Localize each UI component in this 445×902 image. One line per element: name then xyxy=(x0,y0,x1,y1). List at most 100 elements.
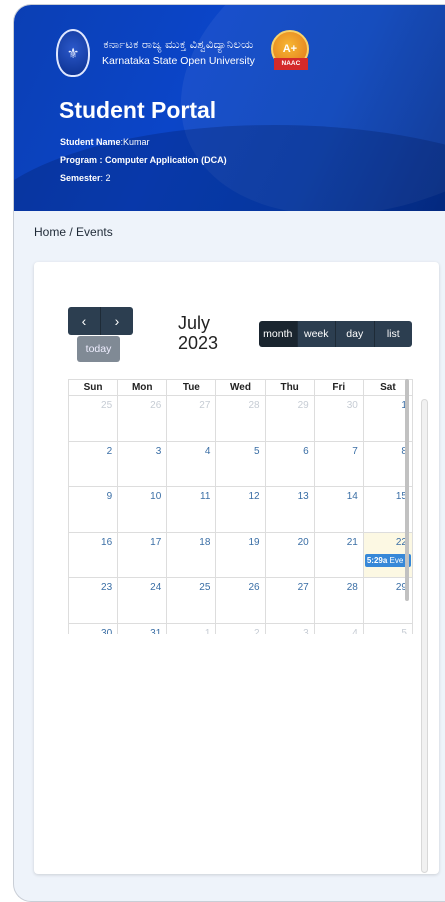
day-cell[interactable]: 27 xyxy=(166,396,215,441)
day-number[interactable]: 25 xyxy=(101,400,112,411)
semester-label: Semester xyxy=(60,173,101,183)
day-number[interactable]: 16 xyxy=(101,537,112,548)
day-number[interactable]: 2 xyxy=(254,628,260,635)
day-cell[interactable]: 29 xyxy=(264,396,314,441)
view-list-button[interactable]: list xyxy=(373,321,412,347)
day-number[interactable]: 26 xyxy=(150,400,161,411)
day-cell[interactable]: 5 xyxy=(215,441,264,486)
day-number[interactable]: 21 xyxy=(347,537,358,548)
weekday-mon: Mon xyxy=(117,380,166,395)
student-name-label: Student Name xyxy=(60,137,121,147)
day-cell[interactable]: 20 xyxy=(264,532,314,577)
day-cell[interactable]: 10 xyxy=(117,487,166,532)
day-number[interactable]: 28 xyxy=(248,400,259,411)
day-cell[interactable]: 28 xyxy=(313,578,363,623)
day-number[interactable]: 1 xyxy=(205,628,211,635)
day-number[interactable]: 5 xyxy=(254,446,260,457)
day-cell[interactable]: 7 xyxy=(313,441,363,486)
prev-month-button[interactable]: ‹ xyxy=(68,307,100,335)
day-number[interactable]: 6 xyxy=(303,446,309,457)
day-cell[interactable]: 27 xyxy=(264,578,314,623)
day-cell[interactable]: 4 xyxy=(166,441,215,486)
day-number[interactable]: 28 xyxy=(347,582,358,593)
day-number[interactable]: 9 xyxy=(107,491,113,502)
page-frame: ⚜ ಕರ್ನಾಟಕ ರಾಜ್ಯ ಮುಕ್ತ ವಿಶ್ವವಿದ್ಯಾನಿಲಯ Ka… xyxy=(13,4,445,902)
day-number[interactable]: 7 xyxy=(352,446,358,457)
day-number[interactable]: 20 xyxy=(298,537,309,548)
week-row: 30 31 1 2 3 4 5 xyxy=(69,622,412,635)
day-cell[interactable]: 25 xyxy=(166,578,215,623)
day-cell[interactable]: 24 xyxy=(117,578,166,623)
breadcrumb-separator: / xyxy=(66,225,77,239)
day-cell[interactable]: 26 xyxy=(215,578,264,623)
day-cell[interactable]: 13 xyxy=(264,487,314,532)
next-month-button[interactable]: › xyxy=(100,307,133,335)
calendar-event[interactable]: 5:29a Eve xyxy=(364,553,411,567)
event-title: Eve xyxy=(389,555,404,565)
calendar-scrollbar-thumb[interactable] xyxy=(405,379,409,601)
day-number[interactable]: 31 xyxy=(150,628,161,635)
day-number[interactable]: 29 xyxy=(298,400,309,411)
day-cell[interactable]: 30 xyxy=(69,624,117,635)
day-cell[interactable]: 23 xyxy=(69,578,117,623)
day-cell[interactable]: 26 xyxy=(117,396,166,441)
day-number[interactable]: 2 xyxy=(107,446,113,457)
day-cell[interactable]: 2 xyxy=(69,442,117,487)
day-cell[interactable]: 12 xyxy=(215,487,264,532)
day-number[interactable]: 3 xyxy=(303,628,309,635)
day-cell[interactable]: 1 xyxy=(166,623,215,635)
today-button[interactable]: today xyxy=(77,336,120,362)
day-number[interactable]: 14 xyxy=(347,491,358,502)
day-number[interactable]: 10 xyxy=(150,491,161,502)
day-number[interactable]: 30 xyxy=(347,400,358,411)
breadcrumb-home[interactable]: Home xyxy=(34,225,66,239)
day-number[interactable]: 24 xyxy=(150,582,161,593)
day-number[interactable]: 13 xyxy=(298,491,309,502)
day-cell[interactable]: 11 xyxy=(166,487,215,532)
view-day-button[interactable]: day xyxy=(335,321,374,347)
page-scrollbar[interactable] xyxy=(421,399,428,873)
day-cell[interactable]: 17 xyxy=(117,532,166,577)
day-cell[interactable]: 21 xyxy=(313,532,363,577)
semester-info: Semester: 2 xyxy=(60,173,111,183)
day-number[interactable]: 18 xyxy=(199,537,210,548)
university-logo-row: ⚜ ಕರ್ನಾಟಕ ರಾಜ್ಯ ಮುಕ್ತ ವಿಶ್ವವಿದ್ಯಾನಿಲಯ Ka… xyxy=(56,29,311,77)
day-cell[interactable]: 5 xyxy=(362,623,412,635)
day-cell[interactable]: 28 xyxy=(215,396,264,441)
day-number[interactable]: 4 xyxy=(205,446,211,457)
day-cell[interactable]: 16 xyxy=(69,533,117,578)
day-cell[interactable]: 4 xyxy=(313,623,363,635)
day-cell[interactable]: 3 xyxy=(117,441,166,486)
student-name: Student Name:Kumar xyxy=(60,137,150,147)
day-number[interactable]: 30 xyxy=(101,628,112,635)
day-number[interactable]: 19 xyxy=(248,537,259,548)
day-number[interactable]: 17 xyxy=(150,537,161,548)
day-cell[interactable]: 30 xyxy=(313,396,363,441)
view-week-button[interactable]: week xyxy=(296,321,335,347)
day-cell[interactable]: 18 xyxy=(166,532,215,577)
day-cell[interactable]: 9 xyxy=(69,487,117,532)
day-cell[interactable]: 31 xyxy=(117,623,166,635)
day-number[interactable]: 23 xyxy=(101,582,112,593)
day-number[interactable]: 26 xyxy=(248,582,259,593)
calendar-grid: Sun Mon Tue Wed Thu Fri Sat 25 26 27 28 … xyxy=(68,379,413,634)
view-month-button[interactable]: month xyxy=(259,321,297,347)
weekday-header: Sun Mon Tue Wed Thu Fri Sat xyxy=(68,379,413,395)
day-number[interactable]: 3 xyxy=(156,446,162,457)
day-cell[interactable]: 6 xyxy=(264,441,314,486)
day-number[interactable]: 27 xyxy=(199,400,210,411)
page-title: Student Portal xyxy=(59,97,217,123)
week-row: 25 26 27 28 29 30 1 xyxy=(69,395,412,441)
day-cell[interactable]: 14 xyxy=(313,487,363,532)
day-number[interactable]: 5 xyxy=(401,628,407,635)
day-number[interactable]: 4 xyxy=(352,628,358,635)
day-number[interactable]: 11 xyxy=(200,491,210,502)
day-number[interactable]: 12 xyxy=(248,491,259,502)
naac-label: NAAC xyxy=(273,58,308,70)
day-number[interactable]: 27 xyxy=(298,582,309,593)
day-cell[interactable]: 19 xyxy=(215,532,264,577)
day-cell[interactable]: 25 xyxy=(69,396,117,441)
day-cell[interactable]: 3 xyxy=(264,623,314,635)
day-number[interactable]: 25 xyxy=(199,582,210,593)
day-cell[interactable]: 2 xyxy=(215,623,264,635)
